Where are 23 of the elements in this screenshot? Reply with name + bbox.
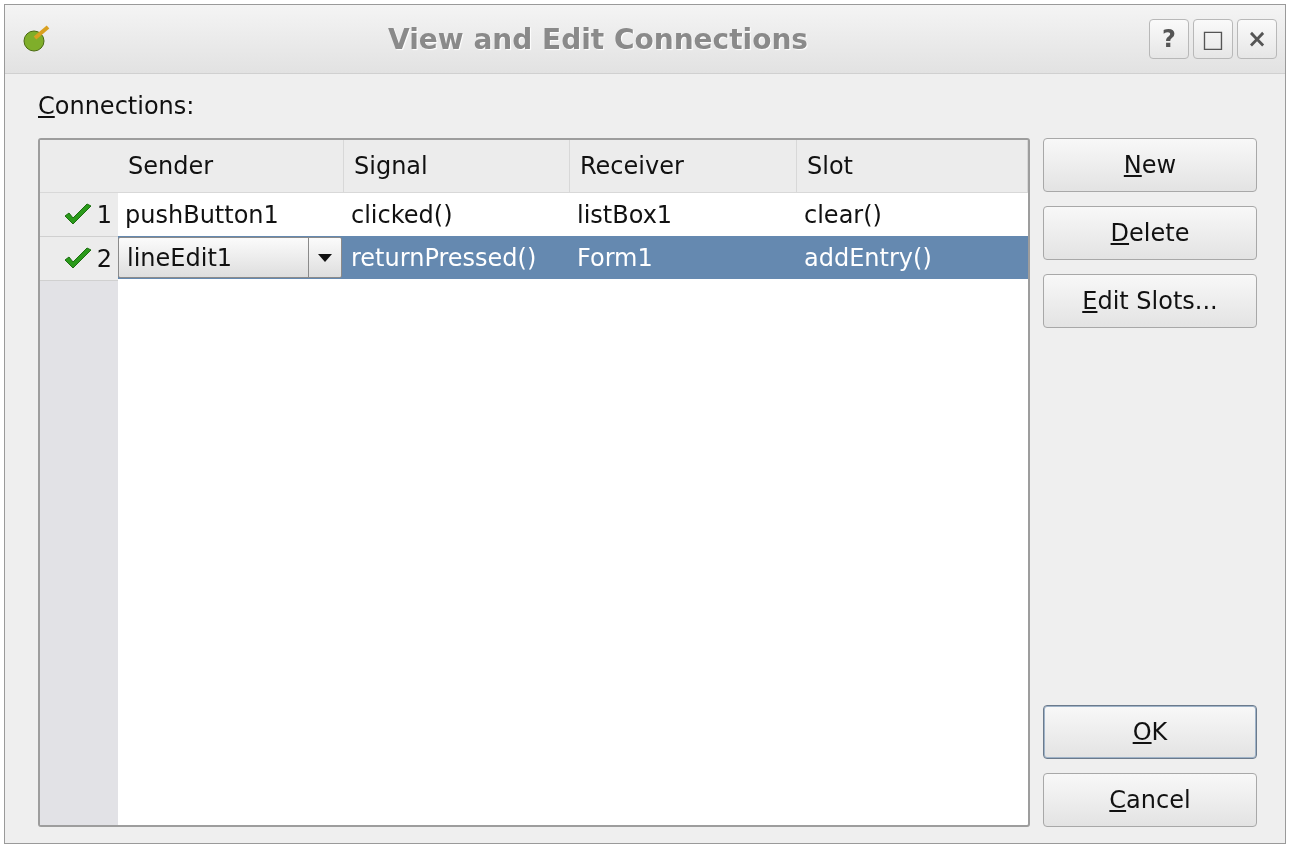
table-cell-text: listBox1: [576, 199, 674, 231]
table-cell-text: clicked(): [350, 199, 454, 231]
window-title: View and Edit Connections: [387, 22, 809, 56]
row-number: 2: [96, 244, 112, 273]
window-control-button[interactable]: □: [1193, 19, 1233, 59]
dialog-button[interactable]: OK: [1043, 705, 1257, 759]
table-cell-text: returnPressed(): [350, 242, 538, 274]
action-button[interactable]: Delete: [1043, 206, 1257, 260]
sender-combo-box[interactable]: lineEdit1: [118, 237, 342, 278]
window-control-button[interactable]: ×: [1237, 19, 1277, 59]
table-cell-text: clear(): [803, 199, 883, 231]
window-control-button[interactable]: ?: [1149, 19, 1189, 59]
table-cell-text: addEntry(): [803, 242, 933, 274]
table-cell-text: Form1: [576, 242, 654, 274]
action-button[interactable]: Edit Slots...: [1043, 274, 1257, 328]
connections-label: Connections:: [38, 92, 196, 120]
dropdown-arrow-icon: [318, 253, 332, 262]
app-icon: [21, 24, 51, 54]
dialog-button[interactable]: Cancel: [1043, 773, 1257, 827]
table-cell-text: pushButton1: [124, 199, 280, 231]
row-number: 1: [96, 200, 112, 229]
table-row[interactable]: lineEdit1 returnPressed() Form1 addEntry(): [118, 236, 1028, 279]
action-button[interactable]: New: [1043, 138, 1257, 192]
